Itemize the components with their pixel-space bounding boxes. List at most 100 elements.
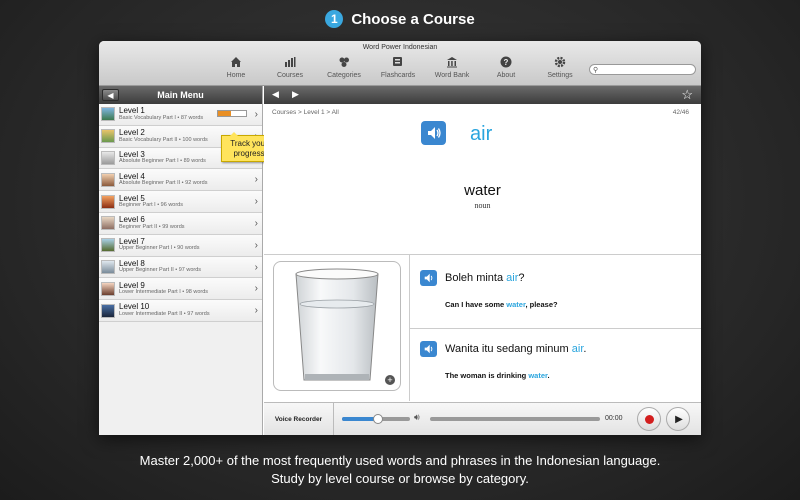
part-of-speech: noun <box>474 201 491 210</box>
window-title: Word Power Indonesian <box>362 44 438 51</box>
level-thumbnail <box>101 303 115 318</box>
level-thumbnail <box>101 129 115 144</box>
sidebar-title: Main Menu <box>157 90 204 100</box>
title-bar: Word Power Indonesian Home Courses Categ… <box>99 41 701 86</box>
play-sentence-audio-button[interactable] <box>420 270 437 286</box>
toolbar-courses[interactable]: Courses <box>263 55 317 79</box>
level-item[interactable]: Level 1 Basic Vocabulary Part I • 87 word… <box>99 104 262 126</box>
level-subtitle: Basic Vocabulary Part I • 87 words <box>119 114 204 121</box>
chevron-right-icon: › <box>254 283 258 295</box>
level-thumbnail <box>101 150 115 165</box>
volume-slider[interactable] <box>342 414 410 424</box>
top-caption: 1 Choose a Course <box>0 10 800 28</box>
chevron-right-icon: › <box>254 217 258 229</box>
step-badge: 1 <box>325 10 344 28</box>
toolbar-categories[interactable]: Categories <box>317 55 371 79</box>
record-button[interactable] <box>637 407 661 431</box>
volume-knob[interactable] <box>373 414 383 424</box>
level-item[interactable]: Level 10 Lower Intermediate Part II • 97 … <box>99 300 262 322</box>
play-button[interactable]: ▶ <box>666 407 690 431</box>
level-item[interactable]: Level 9 Lower Intermediate Part I • 98 wo… <box>99 278 262 301</box>
add-image-icon[interactable]: + <box>385 375 395 385</box>
chevron-right-icon: › <box>254 239 258 251</box>
speaker-icon <box>424 273 432 283</box>
playback-progress[interactable] <box>430 417 600 421</box>
previous-arrow-icon[interactable]: ◀ <box>272 89 279 100</box>
card-counter: 42/46 <box>672 109 689 116</box>
level-subtitle: Upper Beginner Part I • 90 words <box>119 245 200 252</box>
home-icon <box>229 55 243 69</box>
speaker-icon <box>427 127 441 139</box>
sentence-native: Boleh minta air? <box>445 272 525 284</box>
playback-time: 00:00 <box>605 415 623 422</box>
word-image: + <box>273 261 401 391</box>
level-progress-bar <box>217 110 247 117</box>
level-subtitle: Lower Intermediate Part I • 98 words <box>119 289 209 296</box>
level-thumbnail <box>101 216 115 231</box>
level-thumbnail <box>101 194 115 209</box>
chevron-right-icon: › <box>254 174 258 186</box>
voice-recorder: Voice Recorder 🔊︎ 00:00 ▶ <box>264 402 701 435</box>
chevron-right-icon: › <box>254 196 258 208</box>
search-icon: ⚲ <box>593 67 599 74</box>
sidebar-header: ◀ Main Menu <box>99 86 262 104</box>
translation: water <box>464 182 501 199</box>
main-header: ◀ ▶ ☆ <box>264 86 701 104</box>
svg-text:?: ? <box>504 58 509 67</box>
toolbar-label: Courses <box>276 72 304 79</box>
level-progress-fill <box>218 111 231 116</box>
level-thumbnail <box>101 107 115 122</box>
level-thumbnail <box>101 172 115 187</box>
level-item[interactable]: Level 4 Absolute Beginner Part II • 92 wo… <box>99 169 262 192</box>
favorite-star-icon[interactable]: ☆ <box>681 87 693 103</box>
level-item[interactable]: Level 5 Beginner Part I • 96 words › <box>99 191 262 213</box>
level-thumbnail <box>101 259 115 274</box>
level-subtitle: Basic Vocabulary Part II • 100 words <box>119 136 208 143</box>
bottom-caption: Master 2,000+ of the most frequently use… <box>0 452 800 488</box>
toolbar-label: Categories <box>327 72 361 79</box>
level-item[interactable]: Level 7 Upper Beginner Part I • 90 words … <box>99 234 262 257</box>
word-bank-icon <box>445 55 459 69</box>
sentence-english: Can I have some water, please? <box>445 300 558 309</box>
toolbar-settings[interactable]: Settings <box>533 55 587 79</box>
next-arrow-icon[interactable]: ▶ <box>292 89 299 100</box>
sentence-english: The woman is drinking water. <box>445 371 550 380</box>
courses-icon <box>283 55 297 69</box>
caption-line-1: Master 2,000+ of the most frequently use… <box>139 453 661 468</box>
record-icon <box>644 414 654 424</box>
toolbar-label: Settings <box>547 72 573 79</box>
level-thumbnail <box>101 238 115 253</box>
divider <box>264 254 701 255</box>
back-button[interactable]: ◀ <box>102 89 119 101</box>
chevron-right-icon: › <box>254 305 258 317</box>
divider <box>410 328 701 329</box>
sentence-native: Wanita itu sedang minum air. <box>445 343 587 355</box>
target-word: air <box>470 123 493 145</box>
toolbar-label: Word Bank <box>434 72 470 79</box>
settings-icon <box>553 55 567 69</box>
level-subtitle: Beginner Part I • 96 words <box>119 201 183 208</box>
level-item[interactable]: Level 6 Beginner Part II • 99 words › <box>99 212 262 235</box>
back-arrow-icon: ◀ <box>107 90 114 100</box>
play-word-audio-button[interactable] <box>421 121 446 145</box>
breadcrumb: Courses > Level 1 > All <box>272 109 339 116</box>
play-sentence-audio-button[interactable] <box>420 341 437 357</box>
toolbar-label: About <box>496 72 516 79</box>
voice-recorder-label: Voice Recorder <box>264 403 334 435</box>
level-subtitle: Absolute Beginner Part II • 92 words <box>119 180 208 187</box>
level-thumbnail <box>101 281 115 296</box>
toolbar-label: Home <box>226 72 246 79</box>
app-window: Word Power Indonesian Home Courses Categ… <box>99 41 701 435</box>
volume-fill <box>342 417 376 421</box>
level-item[interactable]: Level 8 Upper Beginner Part II • 97 words… <box>99 256 262 279</box>
about-icon: ? <box>499 55 513 69</box>
toolbar-flashcards[interactable]: Flashcards <box>371 55 425 79</box>
chevron-right-icon: › <box>254 261 258 273</box>
chevron-right-icon: › <box>254 109 258 120</box>
toolbar-word-bank[interactable]: Word Bank <box>425 55 479 79</box>
toolbar: Home Courses Categories Flashcards Word … <box>209 55 587 79</box>
flashcards-icon <box>391 55 405 69</box>
toolbar-home[interactable]: Home <box>209 55 263 79</box>
search-input[interactable]: ⚲ <box>589 64 696 75</box>
toolbar-about[interactable]: ? About <box>479 55 533 79</box>
